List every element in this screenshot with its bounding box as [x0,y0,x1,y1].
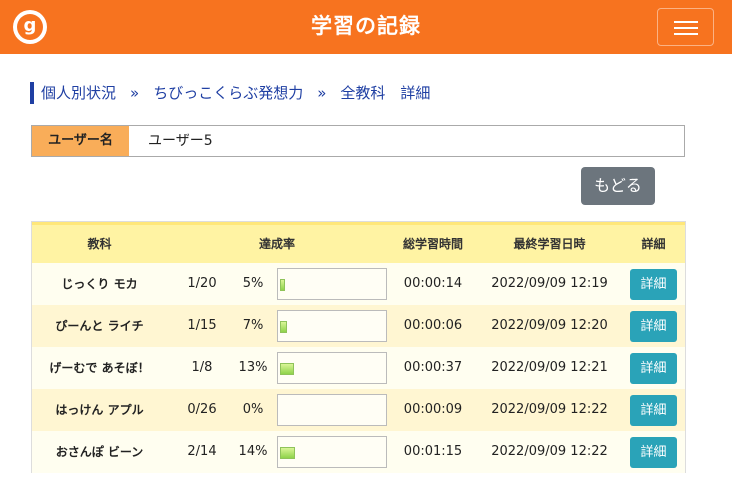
breadcrumb-item-individual[interactable]: 個人別状況 [41,84,116,102]
table-row: じっくり モカ 1/20 5% 00:00:14 2022/09/09 12:19 詳細 [32,263,685,305]
last-study-date: 2022/09/09 12:22 [491,444,608,459]
detail-button[interactable]: 詳細 [630,311,677,342]
app-header: g 学習の記録 [0,0,732,54]
user-name-value: ユーザー5 [148,133,213,149]
table-row: ぴーんと ライチ 1/15 7% 00:00:06 2022/09/09 12:20 詳細 [32,305,685,347]
header-rate: 達成率 [258,237,295,251]
subject-name: おさんぽ ビーン [55,445,144,459]
progress-bar-fill [280,447,295,459]
user-info-box: ユーザー名 ユーザー5 [31,125,685,157]
progress-bar-fill [280,279,285,291]
percent-text: 13% [238,360,268,375]
subject-name: ぴーんと ライチ [55,319,144,333]
detail-button[interactable]: 詳細 [630,437,677,468]
percent-text: 14% [238,444,268,459]
table-header: 教科 達成率 総学習時間 最終学習日時 詳細 [32,222,685,263]
progress-count: 1/15 [187,318,217,333]
total-time: 00:00:06 [403,318,463,333]
hamburger-menu-icon [674,21,698,23]
user-name-label: ユーザー名 [32,126,129,156]
subject-name: はっけん アプル [55,403,144,417]
last-study-date: 2022/09/09 12:20 [491,318,608,333]
percent-text: 0% [242,402,264,417]
breadcrumb-item-current: 全教科 詳細 [340,84,431,102]
percent-text: 7% [242,318,264,333]
detail-button[interactable]: 詳細 [630,395,677,426]
progress-bar [277,394,387,426]
progress-bar-fill [280,321,287,333]
progress-count: 1/20 [187,276,217,291]
header-detail: 詳細 [641,237,666,251]
table-row: おさんぽ ビーン 2/14 14% 00:01:15 2022/09/09 12:22 詳… [32,431,685,473]
page-title: 学習の記録 [311,14,421,38]
header-last-date: 最終学習日時 [513,237,586,251]
header-subject: 教科 [87,237,112,251]
table-row: はっけん アプル 0/26 0% 00:00:09 2022/09/09 12:22 詳細 [32,389,685,431]
breadcrumb-item-course[interactable]: ちびっこくらぶ発想力 [153,84,303,102]
progress-bar [277,352,387,384]
progress-count: 1/8 [191,360,213,375]
g-logo-icon[interactable]: g [13,10,47,44]
last-study-date: 2022/09/09 12:19 [491,276,608,291]
breadcrumb: 個人別状況 » ちびっこくらぶ発想力 » 全教科 詳細 [30,82,430,104]
hamburger-menu-button[interactable] [657,8,714,46]
subject-name: げーむで あそぼ！ [49,361,150,375]
subject-name: じっくり モカ [61,277,138,291]
progress-count: 0/26 [187,402,217,417]
breadcrumb-separator: » [130,84,140,102]
last-study-date: 2022/09/09 12:22 [491,402,608,417]
back-button[interactable]: もどる [581,167,655,205]
total-time: 00:00:09 [403,402,463,417]
progress-table: 教科 達成率 総学習時間 最終学習日時 詳細 じっくり モカ 1/20 5% 00:0… [31,221,686,473]
progress-bar [277,268,387,300]
detail-button[interactable]: 詳細 [630,353,677,384]
percent-text: 5% [242,276,264,291]
header-total-time: 総学習時間 [402,237,463,251]
progress-count: 2/14 [187,444,217,459]
last-study-date: 2022/09/09 12:21 [491,360,608,375]
total-time: 00:00:37 [403,360,463,375]
progress-bar [277,436,387,468]
table-row: げーむで あそぼ！ 1/8 13% 00:00:37 2022/09/09 12:21 詳… [32,347,685,389]
breadcrumb-separator: » [317,84,327,102]
total-time: 00:00:14 [403,276,463,291]
total-time: 00:01:15 [403,444,463,459]
progress-bar-fill [280,363,294,375]
detail-button[interactable]: 詳細 [630,269,677,300]
progress-bar [277,310,387,342]
